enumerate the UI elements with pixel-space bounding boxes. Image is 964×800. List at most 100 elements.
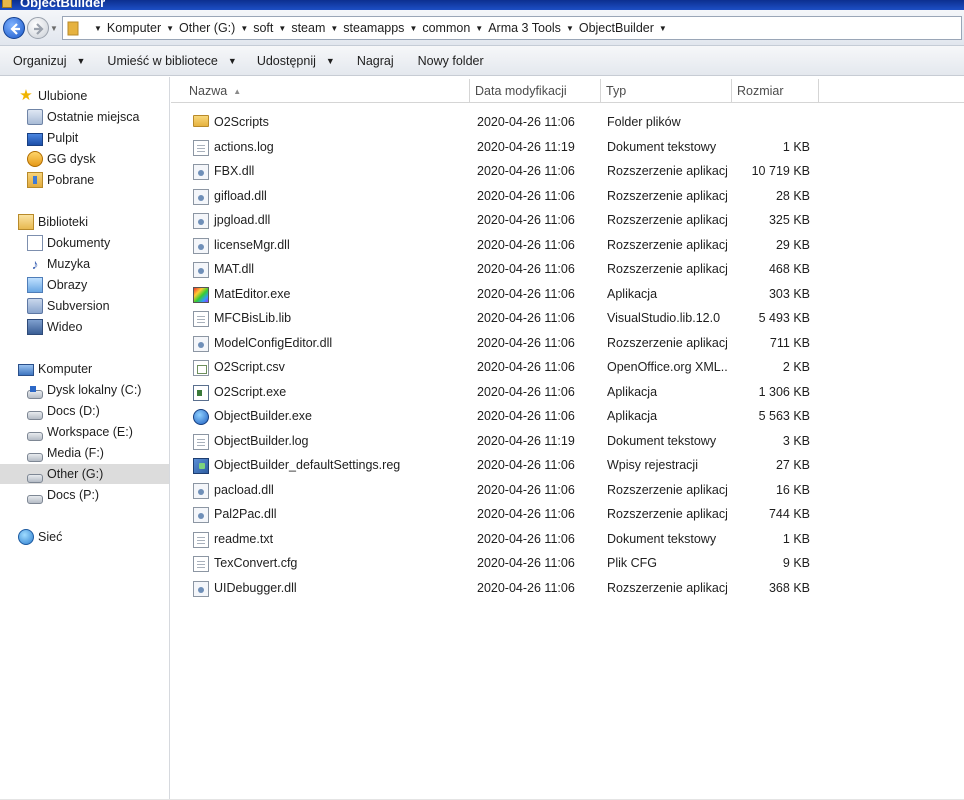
column-header-date[interactable]: Data modyfikacji xyxy=(470,79,601,103)
file-type: Aplikacja xyxy=(607,286,658,301)
nav-item-drive-d[interactable]: Docs (D:) xyxy=(27,401,100,421)
breadcrumb-separator-icon[interactable]: ▼ xyxy=(475,24,483,33)
arrow-right-icon xyxy=(34,23,44,35)
file-row[interactable]: actions.log 2020-04-26 11:19 Dokument teks… xyxy=(171,136,964,160)
file-size: 1 KB xyxy=(782,139,810,154)
file-row[interactable]: readme.txt 2020-04-26 11:06 Dokument tekst… xyxy=(171,528,964,552)
burn-button[interactable]: Nagraj xyxy=(350,49,401,73)
forward-button[interactable] xyxy=(27,17,49,39)
share-label: Udostępnij xyxy=(256,53,316,68)
file-name: readme.txt xyxy=(214,531,274,546)
desktop-icon xyxy=(27,132,43,146)
file-row[interactable]: MAT.dll 2020-04-26 11:06 Rozszerzenie apli… xyxy=(171,258,964,282)
nav-network[interactable]: Sieć xyxy=(18,527,62,547)
file-type: Rozszerzenie aplikacji xyxy=(607,482,727,497)
folder-icon xyxy=(67,20,83,36)
column-header-type[interactable]: Typ xyxy=(601,79,732,103)
breadcrumb-separator-icon[interactable]: ▼ xyxy=(166,24,174,33)
file-size: 3 KB xyxy=(782,433,810,448)
file-row[interactable]: MatEditor.exe 2020-04-26 11:06 Aplikacja 30… xyxy=(171,283,964,307)
nav-item-drive-e[interactable]: Workspace (E:) xyxy=(27,422,133,442)
file-row[interactable]: Pal2Pac.dll 2020-04-26 11:06 Rozszerzenie … xyxy=(171,503,964,527)
file-row[interactable]: ModelConfigEditor.dll 2020-04-26 11:06 Roz… xyxy=(171,332,964,356)
documents-icon xyxy=(27,235,43,251)
file-size: 303 KB xyxy=(768,286,810,301)
nav-item-gg-drive[interactable]: GG dysk xyxy=(27,149,96,169)
nav-item-videos[interactable]: Wideo xyxy=(27,317,82,337)
text-file-icon xyxy=(193,556,209,572)
nav-item-subversion[interactable]: Subversion xyxy=(27,296,110,316)
file-row[interactable]: FBX.dll 2020-04-26 11:06 Rozszerzenie apli… xyxy=(171,160,964,184)
drive-icon xyxy=(27,431,43,441)
file-size: 2 KB xyxy=(782,360,810,374)
file-row[interactable]: ObjectBuilder.exe 2020-04-26 11:06 Aplikac… xyxy=(171,405,964,429)
back-button[interactable] xyxy=(3,17,25,39)
nav-item-documents[interactable]: Dokumenty xyxy=(27,233,110,253)
recent-pages-dropdown-icon[interactable]: ▼ xyxy=(50,24,58,33)
file-row[interactable]: TexConvert.cfg 2020-04-26 11:06 Plik CFG 9 … xyxy=(171,552,964,576)
breadcrumb-item[interactable]: common xyxy=(422,21,470,35)
breadcrumb-item[interactable]: ObjectBuilder xyxy=(579,21,654,35)
file-row[interactable]: ObjectBuilder_defaultSettings.reg 2020-04… xyxy=(171,454,964,478)
nav-item-recent-places[interactable]: Ostatnie miejsca xyxy=(27,107,139,127)
breadcrumb-item[interactable]: Komputer xyxy=(107,21,161,35)
file-type: Rozszerzenie aplikacji xyxy=(607,335,727,350)
file-row[interactable]: MFCBisLib.lib 2020-04-26 11:06 VisualStudi… xyxy=(171,307,964,331)
breadcrumb-item[interactable]: Other (G:) xyxy=(179,21,235,35)
breadcrumb-separator-icon[interactable]: ▼ xyxy=(409,24,417,33)
file-size: 9 KB xyxy=(782,556,810,570)
breadcrumb-item[interactable]: Arma 3 Tools xyxy=(488,21,561,35)
address-bar[interactable]: ▼ Komputer ▼ Other (G:) ▼ soft ▼ steam ▼ steamapp… xyxy=(62,16,962,40)
column-headers: Nazwa ▲ Data modyfikacji Typ Rozmiar xyxy=(171,79,964,103)
text-file-icon xyxy=(193,531,209,548)
file-name: MFCBisLib.lib xyxy=(214,311,292,325)
file-size: 10 719 KB xyxy=(751,164,810,178)
file-type: Rozszerzenie aplikacji xyxy=(607,580,727,595)
new-folder-button[interactable]: Nowy folder xyxy=(411,49,491,73)
file-row[interactable]: pacload.dll 2020-04-26 11:06 Rozszerzenie … xyxy=(171,479,964,503)
file-name: TexConvert.cfg xyxy=(214,556,298,570)
nav-item-desktop[interactable]: Pulpit xyxy=(27,128,78,148)
nav-item-drive-c[interactable]: Dysk lokalny (C:) xyxy=(27,380,141,400)
file-row[interactable]: jpgload.dll 2020-04-26 11:06 Rozszerzenie … xyxy=(171,209,964,233)
nav-item-drive-g[interactable]: Other (G:) xyxy=(0,464,169,484)
file-row[interactable]: O2Script.exe 2020-04-26 11:06 Aplikacja 1 3… xyxy=(171,381,964,405)
file-row[interactable]: O2Script.csv 2020-04-26 11:06 OpenOffice.o… xyxy=(171,356,964,380)
organize-button[interactable]: Organizuj ▼ xyxy=(6,49,92,73)
file-name: gifload.dll xyxy=(214,188,267,203)
nav-favorites[interactable]: ★ Ulubione xyxy=(18,86,87,106)
file-row[interactable]: licenseMgr.dll 2020-04-26 11:06 Rozszerzen… xyxy=(171,234,964,258)
file-size: 5 493 KB xyxy=(758,311,810,325)
file-row[interactable]: UIDebugger.dll 2020-04-26 11:06 Rozszerzen… xyxy=(171,577,964,601)
breadcrumb-separator-icon[interactable]: ▼ xyxy=(330,24,338,33)
breadcrumb-separator-icon[interactable]: ▼ xyxy=(659,24,667,33)
nav-network-label: Sieć xyxy=(38,530,63,544)
nav-computer[interactable]: Komputer xyxy=(18,359,92,379)
nav-item-music[interactable]: ♪ Muzyka xyxy=(27,254,91,274)
dll-icon xyxy=(193,482,209,499)
breadcrumb-separator-icon[interactable]: ▼ xyxy=(240,24,248,33)
file-row[interactable]: gifload.dll 2020-04-26 11:06 Rozszerzenie … xyxy=(171,185,964,209)
nav-libraries[interactable]: Biblioteki xyxy=(18,212,88,232)
nav-item-pictures[interactable]: Obrazy xyxy=(27,275,87,295)
file-row[interactable]: ObjectBuilder.log 2020-04-26 11:19 Dokumen… xyxy=(171,430,964,454)
breadcrumb-separator-icon[interactable]: ▼ xyxy=(94,24,102,33)
nav-item-drive-f[interactable]: Media (F:) xyxy=(27,443,104,463)
file-size: 28 KB xyxy=(775,188,810,203)
nav-item-downloads[interactable]: Pobrane xyxy=(27,170,94,190)
breadcrumb-item[interactable]: soft xyxy=(253,21,273,35)
column-header-size[interactable]: Rozmiar xyxy=(732,79,819,103)
breadcrumb-item[interactable]: steamapps xyxy=(343,21,404,35)
nav-item-label: Ostatnie miejsca xyxy=(47,110,140,124)
breadcrumb-separator-icon[interactable]: ▼ xyxy=(278,24,286,33)
dll-icon xyxy=(193,164,209,180)
breadcrumb-separator-icon[interactable]: ▼ xyxy=(566,24,574,33)
include-in-library-button[interactable]: Umieść w bibliotece ▼ xyxy=(100,49,243,73)
breadcrumb-item[interactable]: steam xyxy=(291,21,325,35)
file-date-modified: 2020-04-26 11:06 xyxy=(477,115,575,129)
share-button[interactable]: Udostępnij ▼ xyxy=(250,49,342,73)
file-row[interactable]: O2Scripts 2020-04-26 11:06 Folder plików xyxy=(171,111,964,135)
column-header-name[interactable]: Nazwa ▲ xyxy=(184,79,470,103)
nav-item-drive-p[interactable]: Docs (P:) xyxy=(27,485,99,505)
csv-file-icon xyxy=(193,360,209,376)
